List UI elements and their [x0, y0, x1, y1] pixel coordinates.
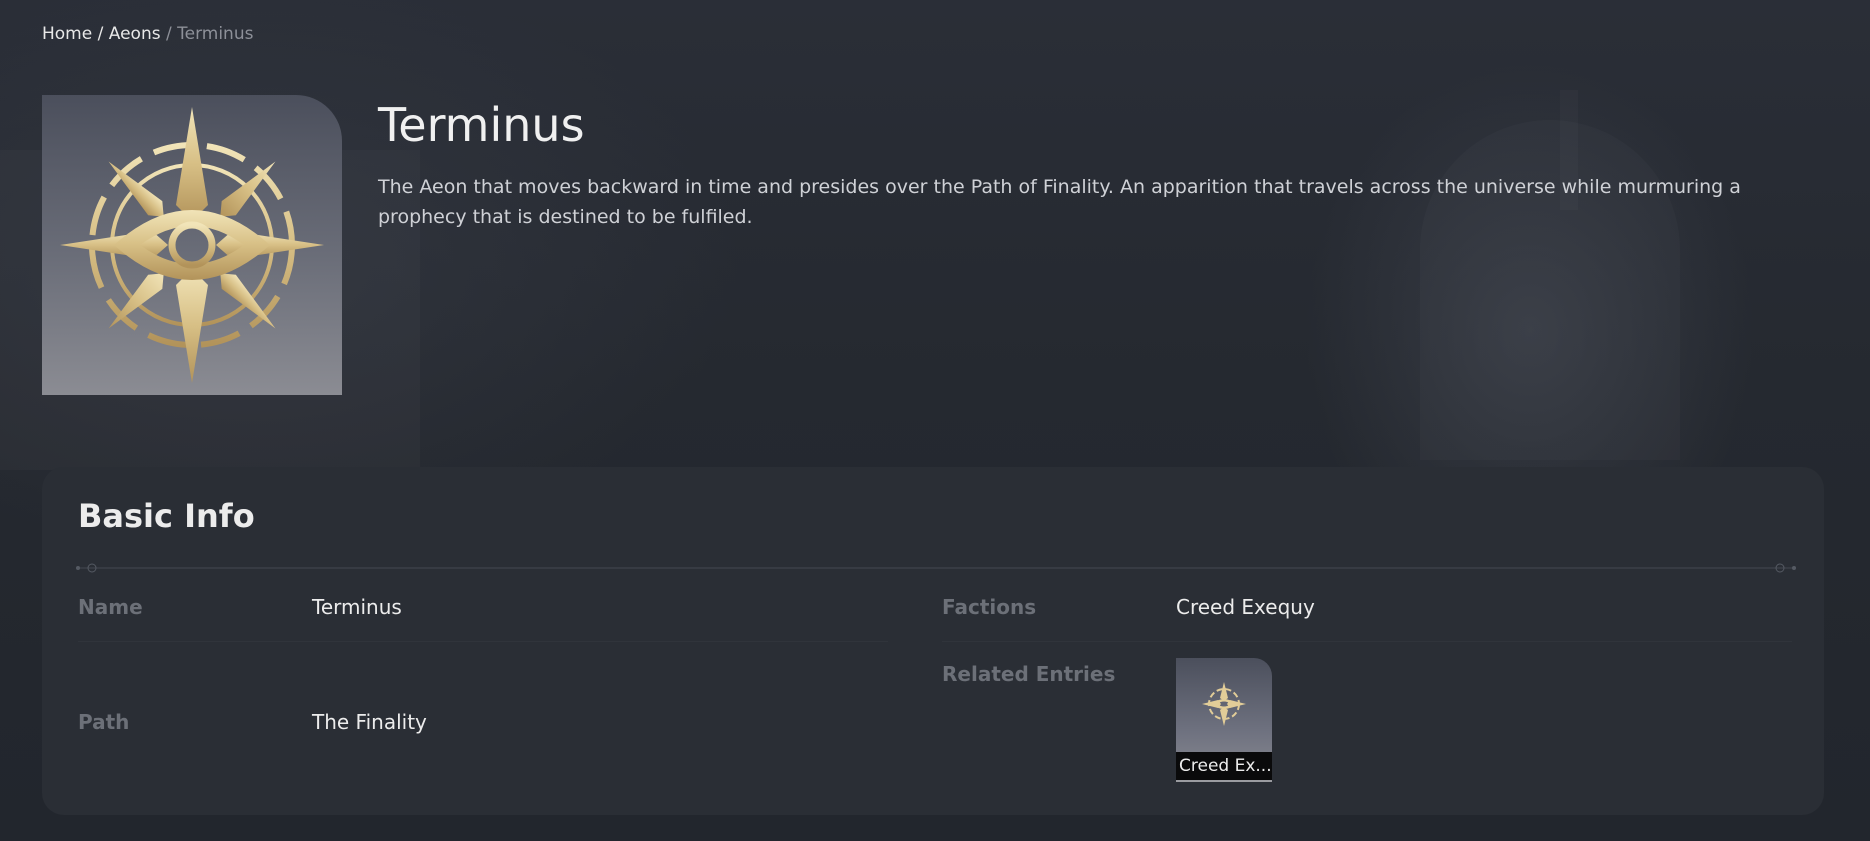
- page-title: Terminus: [378, 98, 585, 152]
- row-divider: [942, 641, 1792, 642]
- breadcrumb-home-link[interactable]: Home: [42, 24, 92, 44]
- path-label: Path: [78, 710, 130, 734]
- path-value: The Finality: [312, 710, 427, 734]
- basic-info-heading: Basic Info: [78, 497, 255, 535]
- breadcrumb-current: Terminus: [177, 24, 254, 44]
- related-entry-card[interactable]: Creed Ex...: [1176, 658, 1272, 782]
- factions-value: Creed Exequy: [1176, 595, 1315, 619]
- breadcrumb-aeons-link[interactable]: Aeons: [109, 24, 161, 44]
- section-divider: [76, 563, 1796, 573]
- related-entry-caption: Creed Ex...: [1176, 752, 1272, 782]
- terminus-emblem-icon: [60, 107, 324, 383]
- name-value: Terminus: [312, 595, 402, 619]
- breadcrumb: Home / Aeons / Terminus: [42, 24, 253, 44]
- aeon-portrait: [42, 95, 342, 395]
- basic-info-panel: Basic Info Name Terminus Path The Finali…: [42, 467, 1824, 815]
- name-label: Name: [78, 595, 143, 619]
- related-entries-label: Related Entries: [942, 662, 1116, 686]
- breadcrumb-separator: /: [92, 24, 109, 44]
- row-divider: [78, 641, 888, 642]
- creed-exequy-emblem-icon: [1202, 682, 1246, 726]
- factions-label: Factions: [942, 595, 1037, 619]
- aeon-description: The Aeon that moves backward in time and…: [378, 176, 1741, 228]
- breadcrumb-separator: /: [160, 24, 178, 44]
